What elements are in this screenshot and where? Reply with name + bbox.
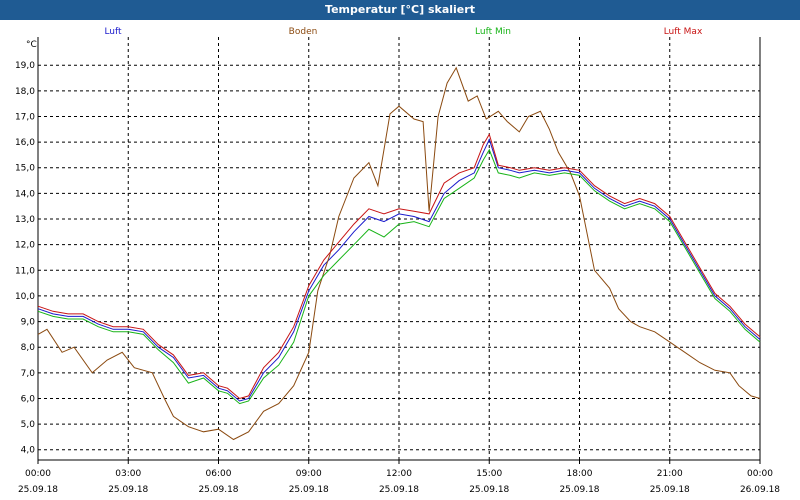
chart-background [0,20,800,500]
y-tick-label: 18,0 [15,87,35,97]
legend-entry-luft-min: Luft Min [475,27,511,37]
x-tick-date-label: 25.09.18 [650,485,690,495]
y-tick-label: 7,0 [21,369,36,379]
y-tick-label: 6,0 [21,394,36,404]
legend-entry-luft-max: Luft Max [664,27,703,37]
x-tick-date-label: 25.09.18 [379,485,419,495]
x-tick-date-label: 25.09.18 [289,485,329,495]
temperature-chart: °C 4,0 5,0 6,0 7,0 8,0 9,0 10,0 11,0 12,0 13,0 14,… [0,20,800,500]
y-tick-label: 4,0 [21,446,36,456]
y-tick-label: 10,0 [15,292,35,302]
x-tick-time-label: 03:00 [115,469,141,479]
x-tick-time-label: 00:00 [25,469,51,479]
chart-title: Temperatur [°C] skaliert [0,0,800,20]
x-tick-time-label: 00:00 [747,469,773,479]
x-tick-time-label: 15:00 [476,469,502,479]
y-tick-label: 16,0 [15,138,35,148]
x-tick-time-label: 06:00 [206,469,232,479]
x-tick-date-label: 25.09.18 [559,485,599,495]
y-tick-label: 8,0 [21,343,36,353]
x-tick-date-label: 25.09.18 [18,485,58,495]
y-tick-label: 14,0 [15,189,35,199]
x-tick-date-label: 26.09.18 [740,485,780,495]
y-tick-label: 5,0 [21,420,36,430]
y-tick-label: 19,0 [15,61,35,71]
x-tick-time-label: 12:00 [386,469,412,479]
x-tick-time-label: 09:00 [296,469,322,479]
y-tick-label: 9,0 [21,318,36,328]
x-tick-date-label: 25.09.18 [198,485,238,495]
x-tick-date-label: 25.09.18 [469,485,509,495]
x-tick-date-label: 25.09.18 [108,485,148,495]
y-tick-label: 17,0 [15,112,35,122]
y-tick-label: 11,0 [15,266,35,276]
chart-window: Temperatur [°C] skaliert °C 4,0 5,0 6,0 7,0… [0,0,800,500]
y-tick-label: 13,0 [15,215,35,225]
y-tick-label: 15,0 [15,164,35,174]
legend-entry-boden: Boden [289,27,318,37]
x-tick-time-label: 18:00 [567,469,593,479]
y-tick-label: 12,0 [15,241,35,251]
x-tick-time-label: 21:00 [657,469,683,479]
legend-entry-luft: Luft [104,27,122,37]
y-axis-unit-label: °C [26,40,37,50]
